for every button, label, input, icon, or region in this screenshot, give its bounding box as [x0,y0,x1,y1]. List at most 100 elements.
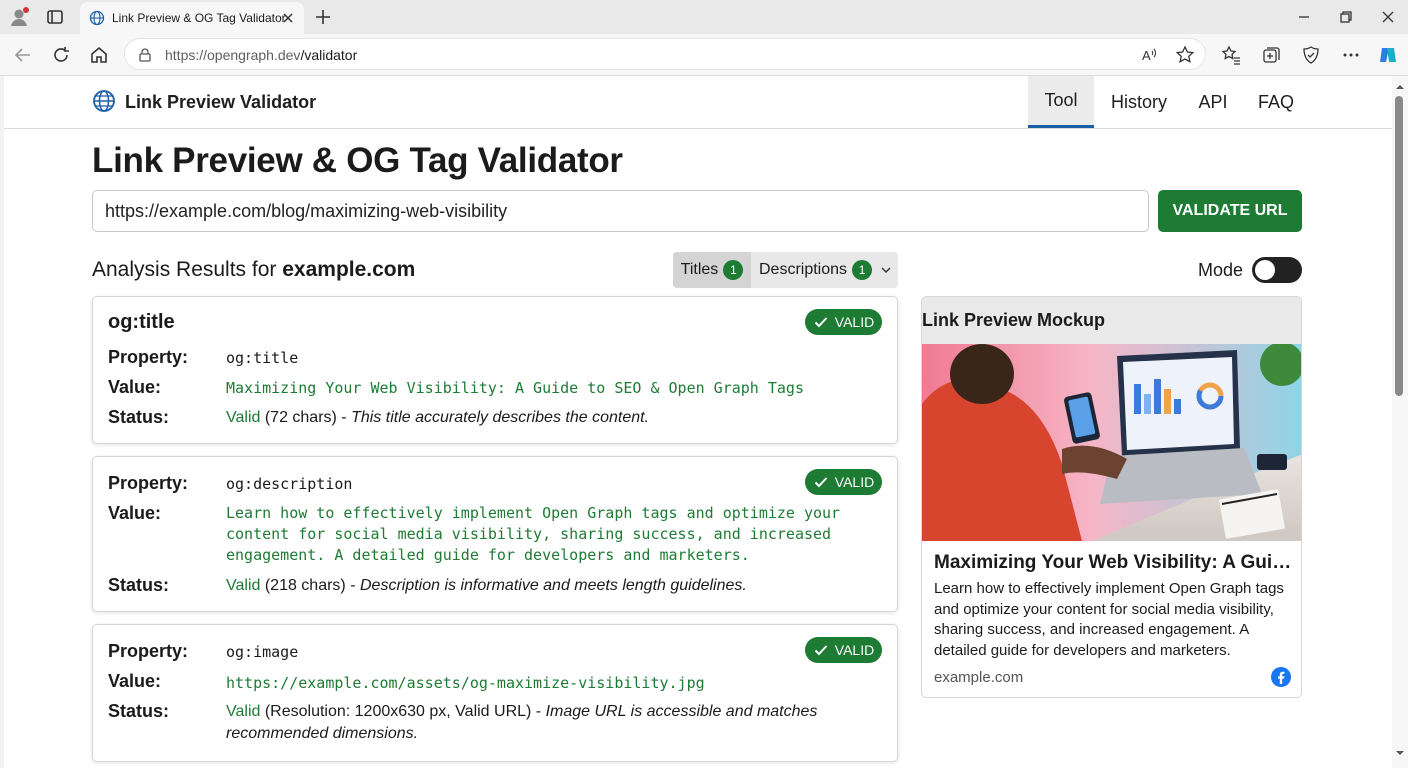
home-icon[interactable] [88,44,110,66]
status-label: Status: [108,701,170,721]
check-icon [814,317,828,328]
valid-badge: VALID [805,469,882,495]
status-detail: (Resolution: 1200x630 px, Valid URL) - [260,703,546,720]
valid-badge-label: VALID [834,474,875,490]
results-domain: example.com [282,258,416,281]
mode-label: Mode [1198,260,1244,280]
page-scrollbar[interactable] [1392,76,1408,768]
browser-essentials-icon[interactable] [1300,44,1322,66]
link-preview-mockup: Link Preview Mockup Maximizing Your Web … [921,296,1302,698]
url-path: /validator [300,47,358,63]
property-label: Property: [108,347,189,367]
preview-domain: example.com [934,669,1024,686]
property-label: Property: [108,641,189,661]
filter-descriptions-count: 1 [852,260,873,280]
favorites-icon[interactable] [1220,44,1242,66]
filter-descriptions[interactable]: Descriptions 1 [759,252,898,288]
favorite-star-icon[interactable] [1175,45,1195,65]
status-text: Valid (Resolution: 1200x630 px, Valid UR… [226,701,876,745]
valid-badge-label: VALID [834,314,875,330]
results-prefix: Analysis Results for [92,258,283,281]
result-card-description: VALID Property: og:description Value: Le… [92,456,898,612]
nav-tool[interactable]: Tool [1028,76,1094,128]
status-detail: (218 chars) - [260,577,360,594]
og-value[interactable]: https://example.com/assets/og-maximize-v… [226,673,876,694]
url-host: https://opengraph.dev [165,47,301,63]
value-label: Value: [108,671,162,691]
property-value: og:description [226,475,353,493]
minimize-icon[interactable] [1293,6,1315,28]
filter-descriptions-label: Descriptions [759,261,848,278]
status-word: Valid [226,703,261,720]
scroll-up-icon[interactable] [1395,82,1405,92]
scrollbar-thumb[interactable] [1395,96,1403,396]
status-word: Valid [226,577,261,594]
nav-api[interactable]: API [1184,76,1242,128]
nav-history[interactable]: History [1098,76,1180,128]
close-window-icon[interactable] [1377,6,1399,28]
status-note: Description is informative and meets len… [359,577,747,594]
validate-url-button[interactable]: VALIDATE URL [1158,190,1302,232]
copilot-icon[interactable] [1377,44,1399,66]
mode-toggle[interactable] [1252,257,1302,283]
chevron-down-icon[interactable] [880,264,892,276]
valid-badge: VALID [805,309,882,335]
preview-description: Learn how to effectively implement Open … [934,580,1284,659]
status-label: Status: [108,575,170,595]
property-label: Property: [108,473,189,493]
card-heading: og:title [108,311,175,333]
url-input[interactable] [92,190,1149,232]
globe-icon [89,10,105,26]
preview-title[interactable]: Maximizing Your Web Visibility: A Guide.… [934,552,1292,574]
status-text: Valid (218 chars) - Description is infor… [226,575,876,597]
result-card-title: og:title VALID Property: og:title Value:… [92,296,898,444]
scroll-down-icon[interactable] [1395,748,1405,758]
restore-icon[interactable] [1335,6,1357,28]
check-icon [814,477,828,488]
browser-tab[interactable]: Link Preview & OG Tag Validator [80,2,304,34]
browser-toolbar: https://opengraph.dev/validator A [0,34,1408,76]
og-value: Learn how to effectively implement Open … [226,504,841,564]
read-aloud-icon[interactable]: A [1139,45,1159,65]
toggle-knob [1255,260,1275,280]
tab-actions-icon[interactable] [44,6,66,28]
result-card-image: VALID Property: og:image Value: https://… [92,624,898,762]
filter-group: Titles 1 Descriptions 1 [673,252,898,288]
preview-heading: Link Preview Mockup [922,310,1106,330]
value-label: Value: [108,503,162,523]
status-note: This title accurately describes the cont… [351,409,649,426]
status-text: Valid (72 chars) - This title accurately… [226,407,876,429]
address-bar[interactable]: https://opengraph.dev/validator A [124,38,1206,70]
valid-badge: VALID [805,637,882,663]
close-tab-icon[interactable] [280,10,296,26]
address-url[interactable]: https://opengraph.dev/validator [165,47,357,63]
more-menu-icon[interactable] [1340,44,1362,66]
back-icon[interactable] [12,44,34,66]
valid-badge-label: VALID [834,642,875,658]
status-detail: (72 chars) - [260,409,352,426]
site-header: Link Preview Validator Tool History API … [4,76,1392,129]
filter-titles-label: Titles [680,261,719,278]
brand-name[interactable]: Link Preview Validator [125,92,316,113]
tab-title: Link Preview & OG Tag Validator [112,11,286,25]
globe-icon [93,90,115,112]
new-tab-icon[interactable] [314,8,332,26]
status-label: Status: [108,407,170,427]
og-value: Maximizing Your Web Visibility: A Guide … [226,379,804,397]
page-viewport: Link Preview Validator Tool History API … [4,76,1392,768]
page-title: Link Preview & OG Tag Validator [92,141,623,180]
filter-titles[interactable]: Titles 1 [673,252,751,288]
check-icon [814,645,828,656]
refresh-icon[interactable] [50,44,72,66]
property-value: og:image [226,643,299,661]
site-info-icon[interactable] [137,47,153,63]
collections-icon[interactable] [1260,44,1282,66]
value-label: Value: [108,377,162,397]
facebook-icon [1271,667,1291,687]
results-title: Analysis Results for example.com [92,258,415,282]
profile-icon[interactable] [8,6,30,28]
property-value: og:title [226,349,299,367]
svg-text:A: A [1142,48,1151,63]
preview-image [922,344,1301,541]
nav-faq[interactable]: FAQ [1246,76,1306,128]
